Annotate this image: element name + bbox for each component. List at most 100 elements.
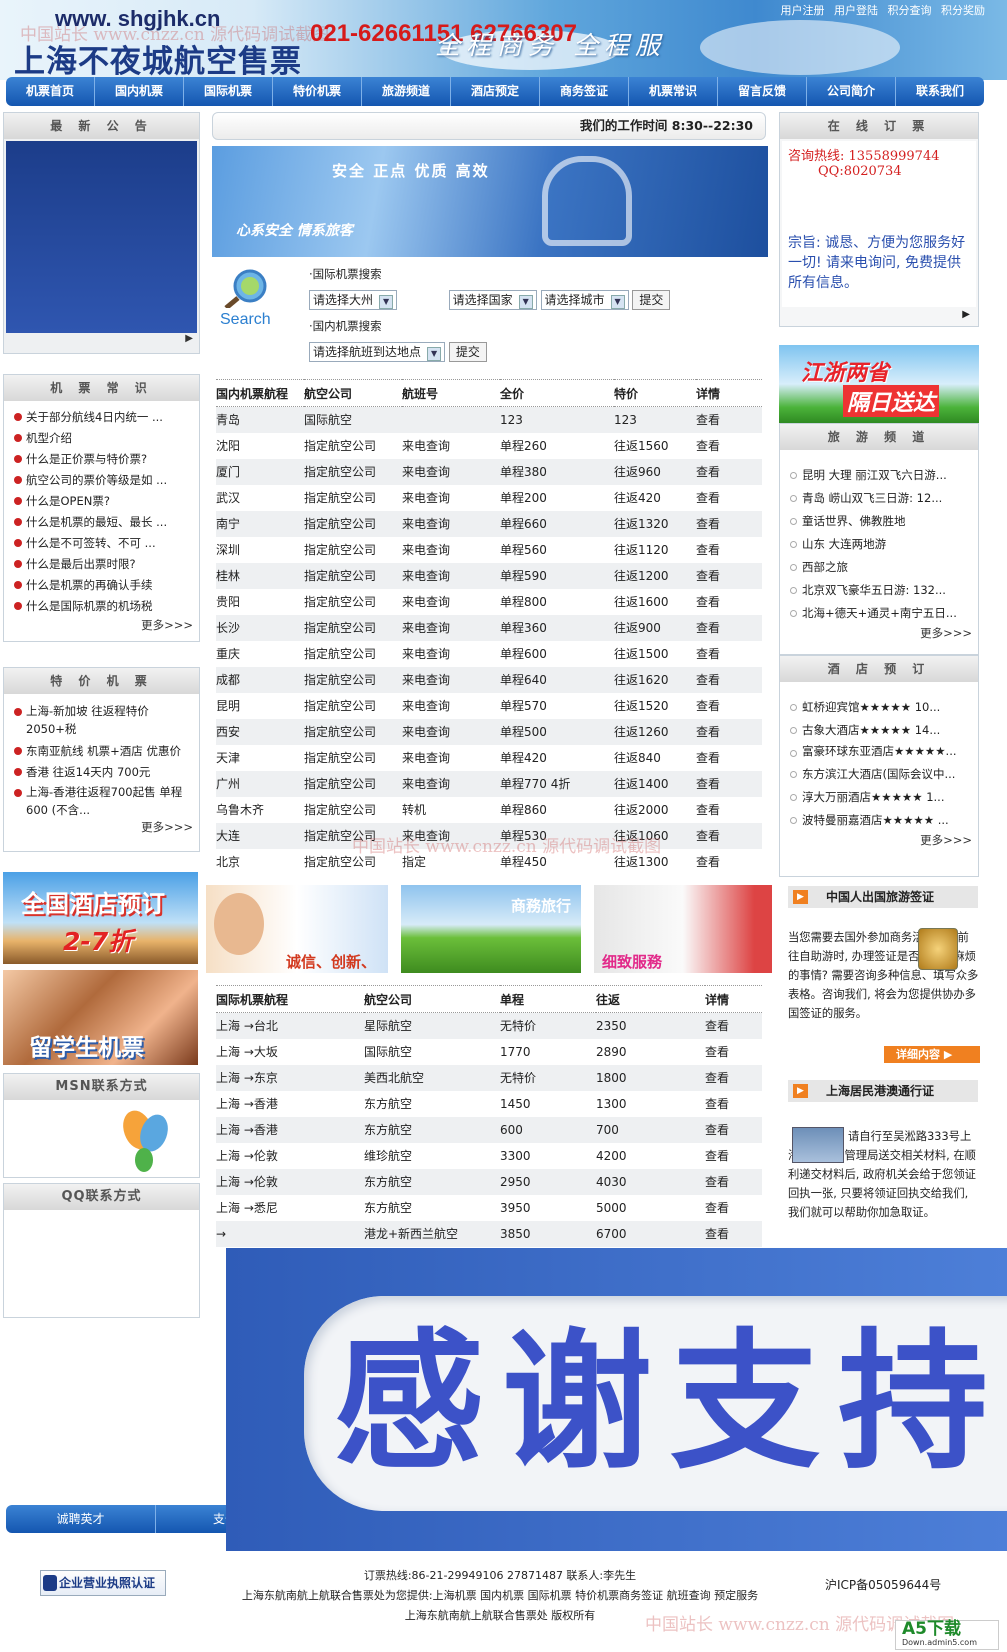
list-item[interactable]: 虹桥迎宾馆★★★★★ 10... — [788, 696, 972, 719]
continent-select[interactable]: 请选择大州 ▼ — [309, 290, 398, 310]
view-link[interactable]: 查看 — [705, 1064, 762, 1091]
list-item[interactable]: 童话世界、佛教胜地 — [788, 510, 972, 533]
view-link[interactable]: 查看 — [705, 1195, 762, 1221]
view-link[interactable]: 查看 — [696, 641, 762, 667]
view-link[interactable]: 查看 — [696, 458, 762, 485]
table-row[interactable]: 长沙 指定航空公司 来电查询 单程360 往返900 查看 — [216, 614, 762, 641]
points-query-link[interactable]: 积分查询 — [888, 4, 932, 17]
list-item[interactable]: 东南亚航线 机票+酒店 优惠价 — [12, 741, 193, 762]
table-row[interactable]: 南宁 指定航空公司 来电查询 单程660 往返1320 查看 — [216, 510, 762, 537]
list-item[interactable]: 机型介绍 — [12, 428, 193, 449]
icp-number[interactable]: 沪ICP备05059644号 — [825, 1576, 941, 1593]
view-link[interactable]: 查看 — [696, 718, 762, 745]
view-link[interactable]: 查看 — [696, 693, 762, 719]
nav-knowledge[interactable]: 机票常识 — [629, 77, 718, 106]
promo-integrity[interactable]: 诚信、创新、 — [206, 885, 388, 973]
student-ad-banner[interactable]: 留学生机票 — [3, 970, 198, 1065]
city-select[interactable]: 请选择城市 ▼ — [540, 290, 629, 310]
list-item[interactable]: 淳大万丽酒店★★★★★ 1... — [788, 786, 972, 809]
promo-business[interactable]: 商務旅行 — [401, 885, 581, 973]
nav-visa[interactable]: 商务签证 — [540, 77, 629, 106]
list-item[interactable]: 古象大酒店★★★★★ 14... — [788, 719, 972, 742]
nav-feedback[interactable]: 留言反馈 — [718, 77, 807, 106]
notice-arrow-icon[interactable]: ▶ — [4, 333, 199, 349]
view-link[interactable]: 查看 — [696, 745, 762, 771]
list-item[interactable]: 什么是最后出票时限? — [12, 554, 193, 575]
visa-detail-button[interactable]: 详细内容 ▶ — [884, 1046, 980, 1063]
list-item[interactable]: 上海-新加坡 往返程特价2050+税 — [12, 702, 193, 738]
table-row[interactable]: 上海 →香港 东方航空 1450 1300 查看 — [216, 1091, 762, 1117]
view-link[interactable]: 查看 — [696, 562, 762, 589]
table-row[interactable]: 上海 →香港 东方航空 600 700 查看 — [216, 1116, 762, 1143]
list-item[interactable]: 什么是OPEN票? — [12, 491, 193, 512]
view-link[interactable]: 查看 — [696, 666, 762, 693]
nav-hotel[interactable]: 酒店预定 — [451, 77, 540, 106]
view-link[interactable]: 查看 — [705, 1168, 762, 1195]
register-link[interactable]: 用户注册 — [781, 4, 825, 17]
nav-special[interactable]: 特价机票 — [273, 77, 362, 106]
view-link[interactable]: 查看 — [696, 770, 762, 797]
list-item[interactable]: 波特曼丽嘉酒店★★★★★ ... — [788, 809, 972, 832]
list-item[interactable]: 关于部分航线4日内统一 ... — [12, 407, 193, 428]
list-item[interactable]: 北海+德天+通灵+南宁五日... — [788, 602, 972, 625]
table-row[interactable]: 武汉 指定航空公司 来电查询 单程200 往返420 查看 — [216, 485, 762, 511]
table-row[interactable]: 上海 →伦敦 维珍航空 3300 4200 查看 — [216, 1143, 762, 1169]
online-arrow-icon[interactable]: ▶ — [780, 309, 978, 320]
thanks-overlay[interactable]: 感谢支持 — [226, 1248, 1007, 1551]
travel-more-link[interactable]: 更多>>> — [780, 625, 978, 641]
list-item[interactable]: 航空公司的票价等级是如 ... — [12, 470, 193, 491]
view-link[interactable]: 查看 — [705, 1039, 762, 1065]
view-link[interactable]: 查看 — [696, 537, 762, 563]
list-item[interactable]: 什么是正价票与特价票? — [12, 449, 193, 470]
table-row[interactable]: 上海 →东京 美西北航空 无特价 1800 查看 — [216, 1064, 762, 1091]
nav-contact[interactable]: 联系我们 — [896, 77, 984, 106]
list-item[interactable]: 上海-香港往返程700起售 单程600 (不含... — [12, 783, 193, 819]
nav-domestic[interactable]: 国内机票 — [95, 77, 184, 106]
msn-butterfly-icon[interactable] — [116, 1108, 176, 1178]
list-item[interactable]: 香港 往返14天内 700元 — [12, 762, 193, 783]
country-select[interactable]: 请选择国家 ▼ — [448, 290, 537, 310]
table-row[interactable]: → 港龙+新西兰航空 3850 6700 查看 — [216, 1220, 762, 1247]
route-select[interactable]: 请选择航班到达地点 ▼ — [309, 342, 446, 362]
points-reward-link[interactable]: 积分奖励 — [941, 4, 985, 17]
nav-international[interactable]: 国际机票 — [184, 77, 273, 106]
business-license-badge[interactable]: 企业营业执照认证 — [40, 1570, 166, 1596]
table-row[interactable]: 天津 指定航空公司 来电查询 单程420 往返840 查看 — [216, 745, 762, 771]
table-row[interactable]: 成都 指定航空公司 来电查询 单程640 往返1620 查看 — [216, 666, 762, 693]
list-item[interactable]: 什么是机票的再确认手续 — [12, 575, 193, 596]
list-item[interactable]: 什么是机票的最短、最长 ... — [12, 512, 193, 533]
table-row[interactable]: 上海 →台北 星际航空 无特价 2350 查看 — [216, 1012, 762, 1039]
table-row[interactable]: 广州 指定航空公司 来电查询 单程770 4折 往返1400 查看 — [216, 770, 762, 797]
view-link[interactable]: 查看 — [696, 406, 762, 433]
table-row[interactable]: 西安 指定航空公司 来电查询 单程500 往返1260 查看 — [216, 718, 762, 745]
promo-service[interactable]: 细致服務 — [594, 885, 772, 973]
site-url[interactable]: www. shgjhk.cn — [55, 6, 220, 32]
table-row[interactable]: 乌鲁木齐 指定航空公司 转机 单程860 往返2000 查看 — [216, 797, 762, 823]
list-item[interactable]: 西部之旅 — [788, 556, 972, 579]
login-link[interactable]: 用户登陆 — [834, 4, 878, 17]
special-more-link[interactable]: 更多>>> — [4, 819, 199, 835]
view-link[interactable]: 查看 — [696, 433, 762, 459]
table-row[interactable]: 上海 →大坂 国际航空 1770 2890 查看 — [216, 1039, 762, 1065]
view-link[interactable]: 查看 — [696, 589, 762, 615]
view-link[interactable]: 查看 — [705, 1143, 762, 1169]
table-row[interactable]: 深圳 指定航空公司 来电查询 单程560 往返1120 查看 — [216, 537, 762, 563]
view-link[interactable]: 查看 — [705, 1091, 762, 1117]
list-item[interactable]: 东方滨江大酒店(国际会议中... — [788, 763, 972, 786]
nav-about[interactable]: 公司简介 — [807, 77, 896, 106]
list-item[interactable]: 富豪环球东亚酒店★★★★★... — [788, 742, 972, 761]
domestic-submit-button[interactable]: 提交 — [448, 342, 487, 362]
knowledge-more-link[interactable]: 更多>>> — [4, 617, 199, 633]
list-item[interactable]: 昆明 大理 丽江双飞六日游... — [788, 464, 972, 487]
table-row[interactable]: 上海 →伦敦 东方航空 2950 4030 查看 — [216, 1168, 762, 1195]
table-row[interactable]: 重庆 指定航空公司 来电查询 单程600 往返1500 查看 — [216, 641, 762, 667]
list-item[interactable]: 北京双飞豪华五日游: 132... — [788, 579, 972, 602]
list-item[interactable]: 山东 大连两地游 — [788, 533, 972, 556]
view-link[interactable]: 查看 — [696, 797, 762, 823]
table-row[interactable]: 厦门 指定航空公司 来电查询 单程380 往返960 查看 — [216, 458, 762, 485]
hotel-more-link[interactable]: 更多>>> — [780, 832, 978, 848]
nav-home[interactable]: 机票首页 — [6, 77, 95, 106]
table-row[interactable]: 桂林 指定航空公司 来电查询 单程590 往返1200 查看 — [216, 562, 762, 589]
nav-travel[interactable]: 旅游频道 — [362, 77, 451, 106]
list-item[interactable]: 青岛 崂山双飞三日游: 12... — [788, 487, 972, 510]
